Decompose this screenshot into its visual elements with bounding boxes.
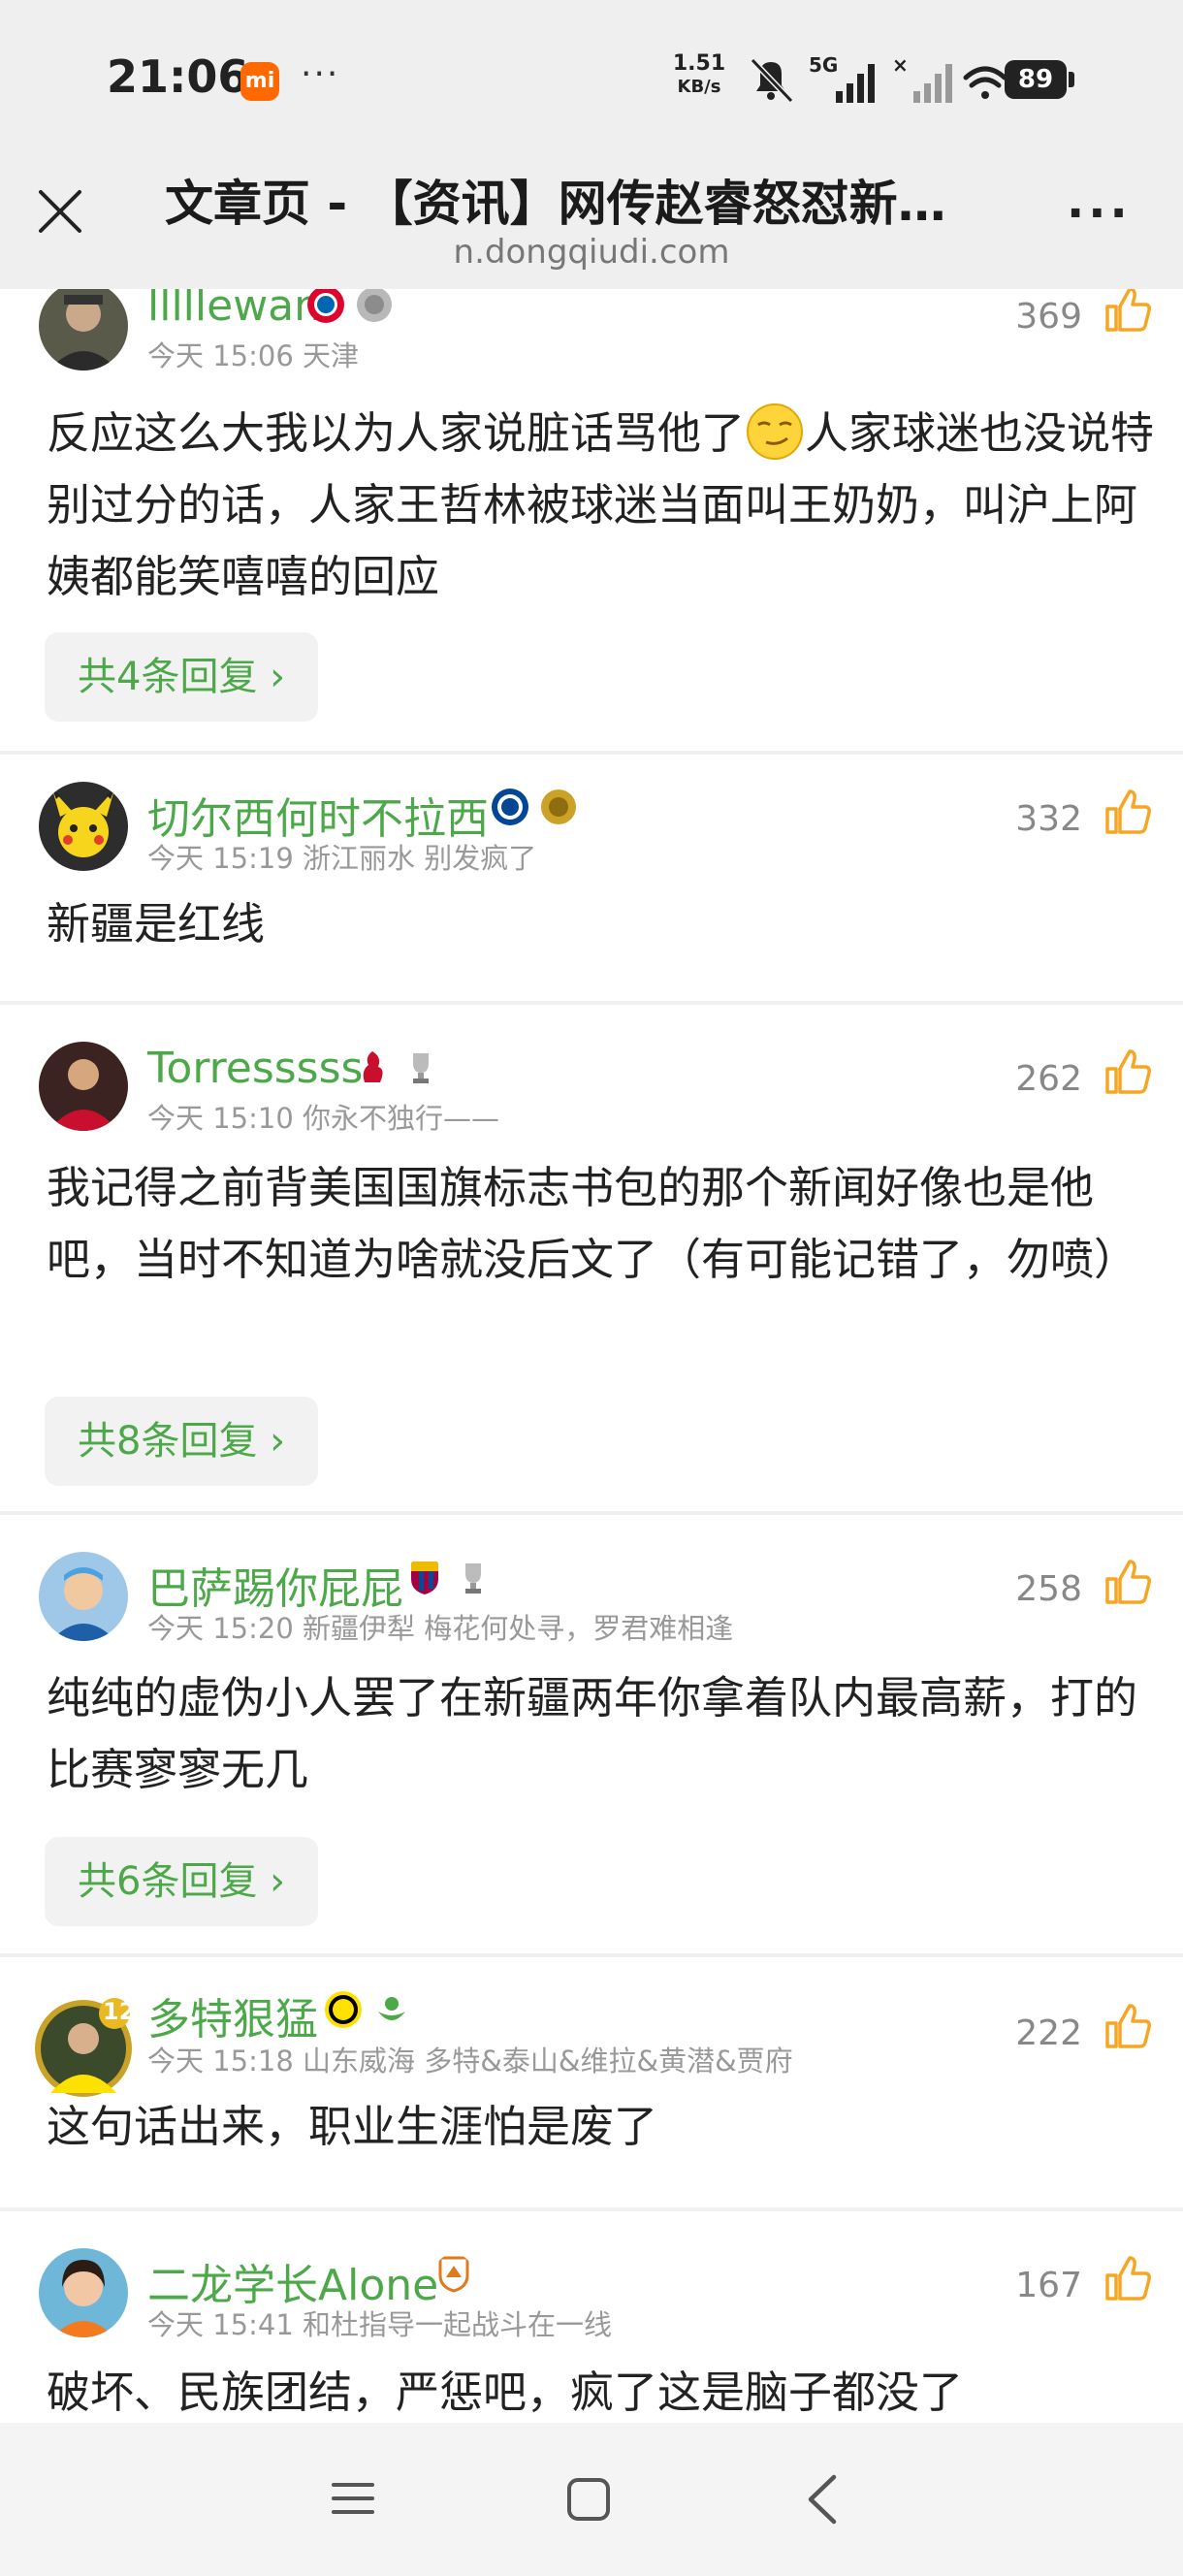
battery-level: 89 <box>1005 60 1067 99</box>
liverpool-badge-icon <box>363 1051 383 1082</box>
comment-meta: 今天 15:19 浙江丽水 别发疯了 <box>147 842 537 875</box>
gold-medal-badge-icon <box>541 789 576 824</box>
view-replies-button[interactable]: 共4条回复 › <box>45 632 319 722</box>
comment-meta: 今天 15:41 和杜指导一起战斗在一线 <box>147 2308 613 2341</box>
more-menu-icon[interactable]: ··· <box>1067 186 1132 241</box>
smirk-emoji-icon <box>747 403 804 460</box>
like-count: 369 <box>1015 297 1082 337</box>
comment-text: 这句话出来，职业生涯怕是废了 <box>47 2101 658 2152</box>
username[interactable]: lllllewan <box>147 289 321 331</box>
user-badges <box>405 1556 493 1598</box>
trophy-badge-icon <box>465 1563 481 1594</box>
like-count: 262 <box>1015 1059 1082 1099</box>
like-count: 167 <box>1015 2266 1082 2305</box>
signal-sim2-icon: × <box>892 53 952 103</box>
comment-text: 新疆是红线 <box>47 898 266 950</box>
like-count: 222 <box>1015 2013 1082 2053</box>
green-emblem-badge-icon <box>378 1997 405 2020</box>
like-thumb-icon[interactable] <box>1103 788 1152 836</box>
muted-bell-icon <box>750 57 794 104</box>
mi-app-icon: mi <box>240 62 279 101</box>
like-thumb-icon[interactable] <box>1103 1047 1152 1096</box>
avatar[interactable] <box>39 289 128 370</box>
like-thumb-icon[interactable] <box>1103 289 1152 334</box>
avatar[interactable]: 12 <box>31 1996 136 2101</box>
wifi-icon <box>963 66 1007 99</box>
more-notifications-icon: ··· <box>301 54 340 94</box>
replies-label: 共4条回复 <box>78 655 258 699</box>
user-badges <box>434 2252 473 2295</box>
user-badges <box>324 1988 411 2031</box>
back-icon[interactable] <box>803 2471 842 2528</box>
chelsea-badge-icon <box>492 789 528 825</box>
avatar[interactable] <box>39 2248 128 2337</box>
silver-medal-badge-icon <box>357 289 392 322</box>
page-url: n.dongqiudi.com <box>453 233 730 272</box>
home-icon[interactable] <box>564 2475 613 2524</box>
close-icon[interactable] <box>33 184 87 239</box>
page-title: 文章页 - 【资讯】网传赵睿怒怼新… <box>165 176 946 232</box>
user-badges <box>306 289 394 326</box>
svg-text:×: × <box>892 53 909 77</box>
like-thumb-icon[interactable] <box>1103 1558 1152 1606</box>
status-time: 21:06 <box>107 50 249 103</box>
like-thumb-icon[interactable] <box>1103 2254 1152 2302</box>
view-replies-button[interactable]: 共8条回复 › <box>45 1397 319 1486</box>
avatar[interactable] <box>39 782 128 871</box>
comment-text: 我记得之前背美国国旗标志书包的那个新闻好像也是他吧，当时不知道为啥就没后文了（有… <box>47 1162 1138 1285</box>
comment-divider <box>0 1511 1183 1515</box>
comment-text-part: 反应这么大我以为人家说脏话骂他了 <box>47 407 746 459</box>
network-speed: 1.51 KB/s <box>665 52 733 99</box>
comment-text: 纯纯的虚伪小人罢了在新疆两年你拿着队内最高薪，打的比赛寥寥无几 <box>47 1672 1138 1795</box>
barcelona-badge-icon <box>411 1562 438 1594</box>
bayern-badge-icon <box>307 289 344 323</box>
comment-text: 反应这么大我以为人家说脏话骂他了 人家球迷也没说特别过分的话，人家王哲林被球迷当面… <box>47 398 1162 613</box>
username[interactable]: 多特狠猛 <box>147 1984 318 2046</box>
avatar[interactable] <box>39 1042 128 1131</box>
network-speed-value: 1.51 <box>672 51 726 76</box>
user-badges <box>353 1046 440 1088</box>
system-nav-bar <box>0 2423 1183 2576</box>
comment-divider <box>0 2207 1183 2211</box>
comment-divider <box>0 751 1183 755</box>
comment-list: lllllewan 今天 15:06 天津 369 反应这么大我以为人家说脏话骂… <box>0 289 1183 2423</box>
avatar-level: 12 <box>103 1998 136 2025</box>
replies-label: 共6条回复 <box>78 1859 258 1904</box>
battery-tip <box>1069 72 1074 87</box>
chevron-right-icon: › <box>257 1859 286 1904</box>
comment-text: 破坏、民族团结，严惩吧，疯了这是脑子都没了 <box>47 2367 964 2418</box>
menu-icon[interactable] <box>330 2475 376 2522</box>
username[interactable]: Torresssss <box>147 1044 363 1093</box>
comment-meta: 今天 15:06 天津 <box>147 339 360 372</box>
trophy-badge-icon <box>413 1053 429 1083</box>
like-thumb-icon[interactable] <box>1103 2002 1152 2050</box>
user-badges <box>491 786 578 828</box>
dortmund-badge-icon <box>325 1991 362 2028</box>
like-count: 332 <box>1015 799 1082 839</box>
replies-label: 共8条回复 <box>78 1419 258 1464</box>
comment-meta: 今天 15:10 你永不独行—— <box>147 1102 500 1135</box>
network-speed-unit: KB/s <box>677 77 721 97</box>
comment-divider <box>0 1953 1183 1957</box>
chevron-right-icon: › <box>257 655 286 699</box>
signal-5g-icon: 5G <box>809 53 875 103</box>
like-count: 258 <box>1015 1569 1082 1609</box>
shandong-taishan-badge-icon <box>438 2256 469 2293</box>
avatar[interactable] <box>39 1552 128 1641</box>
network-type-label: 5G <box>809 53 838 77</box>
status-bar: 21:06 mi ··· 1.51 KB/s 5G × 89 <box>0 0 1183 145</box>
comment-meta: 今天 15:18 山东威海 多特&泰山&维拉&黄潜&贾府 <box>147 2045 793 2077</box>
comment-divider <box>0 1001 1183 1005</box>
chevron-right-icon: › <box>257 1419 286 1464</box>
view-replies-button[interactable]: 共6条回复 › <box>45 1837 319 1926</box>
browser-title-bar: 文章页 - 【资讯】网传赵睿怒怼新… n.dongqiudi.com ··· <box>0 145 1183 289</box>
comment-meta: 今天 15:20 新疆伊犁 梅花何处寻，罗君难相逢 <box>147 1612 734 1645</box>
